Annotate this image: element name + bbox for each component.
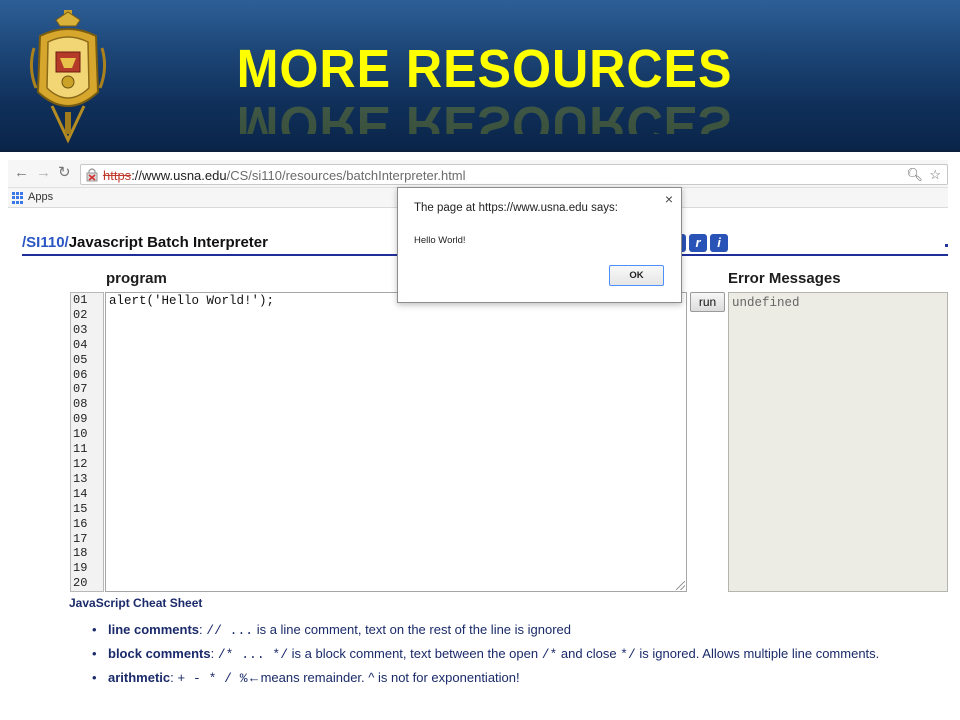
page-title: /SI110/Javascript Batch Interpreter [22, 234, 268, 251]
reload-icon[interactable]: ↻ [58, 165, 71, 181]
insecure-lock-icon [86, 168, 98, 182]
list-item: line comments: // ... is a line comment,… [92, 622, 948, 646]
line-number: 07 [73, 382, 88, 397]
line-number: 16 [73, 516, 88, 531]
program-label: program [106, 270, 167, 287]
line-number: 02 [73, 307, 88, 322]
line-number: 03 [73, 322, 88, 337]
program-code-editor[interactable]: alert('Hello World!'); [105, 292, 687, 592]
zoom-icon[interactable]: 🔍︎ [906, 167, 923, 183]
si110-breadcrumb-link[interactable]: /SI110/ [22, 234, 69, 251]
url-text: https://www.usna.edu/CS/si110/resources/… [103, 168, 466, 183]
line-number: 13 [73, 471, 88, 486]
line-number-gutter: 01 02 03 04 05 06 07 08 09 10 11 12 13 1… [70, 292, 104, 592]
code-line: alert('Hello World!'); [109, 294, 275, 308]
cheat-sheet-list: line comments: // ... is a line comment,… [92, 622, 948, 694]
line-number: 11 [73, 442, 88, 457]
error-output: undefined [732, 296, 800, 310]
line-number: 09 [73, 412, 88, 427]
line-number: 17 [73, 531, 88, 546]
slide-header: MORE RESOURCES MORE RESOURCES [0, 0, 960, 152]
line-number: 08 [73, 397, 88, 412]
apps-grid-icon[interactable] [12, 192, 24, 204]
line-number: 04 [73, 337, 88, 352]
reference-icon-button[interactable]: r [689, 234, 707, 252]
close-icon[interactable]: × [665, 192, 673, 206]
ok-button[interactable]: OK [609, 265, 664, 286]
error-messages-box: undefined [728, 292, 948, 592]
line-number: 05 [73, 352, 88, 367]
slide-title: MORE RESOURCES [237, 39, 733, 99]
line-number: 06 [73, 367, 88, 382]
line-number: 18 [73, 546, 88, 561]
dialog-message: Hello World! [414, 235, 466, 246]
line-number: 15 [73, 501, 88, 516]
dialog-header: The page at https://www.usna.edu says: [414, 202, 618, 214]
line-number: 01 [73, 293, 88, 307]
line-number: 20 [73, 576, 88, 591]
address-bar[interactable]: https://www.usna.edu/CS/si110/resources/… [80, 164, 948, 185]
line-number: 19 [73, 561, 88, 576]
line-number: 12 [73, 456, 88, 471]
back-arrow-icon[interactable]: ← [14, 165, 29, 181]
line-number: 14 [73, 486, 88, 501]
alert-dialog: × The page at https://www.usna.edu says:… [397, 187, 682, 303]
error-messages-label: Error Messages [728, 270, 841, 287]
info-icon-button[interactable]: i [710, 234, 728, 252]
bookmark-star-icon[interactable]: ☆ [929, 167, 941, 183]
slide-title-reflection: MORE RESOURCES [237, 95, 733, 134]
browser-toolbar: ← → ↻ https://www.usna.edu/CS/si110/reso… [8, 160, 948, 188]
slide: MORE RESOURCES MORE RESOURCES ← → ↻ http… [0, 0, 960, 720]
line-number: 10 [73, 427, 88, 442]
list-item: arithmetic: + - * / %←means remainder. ^… [92, 670, 948, 694]
run-button[interactable]: run [690, 292, 725, 312]
cheat-sheet-title: JavaScript Cheat Sheet [69, 596, 203, 610]
resize-handle-icon[interactable] [676, 581, 685, 590]
edge-marker [945, 244, 948, 247]
forward-arrow-icon[interactable]: → [36, 165, 51, 181]
apps-bookmark[interactable]: Apps [28, 191, 53, 203]
list-item: block comments: /* ... */ is a block com… [92, 646, 948, 670]
